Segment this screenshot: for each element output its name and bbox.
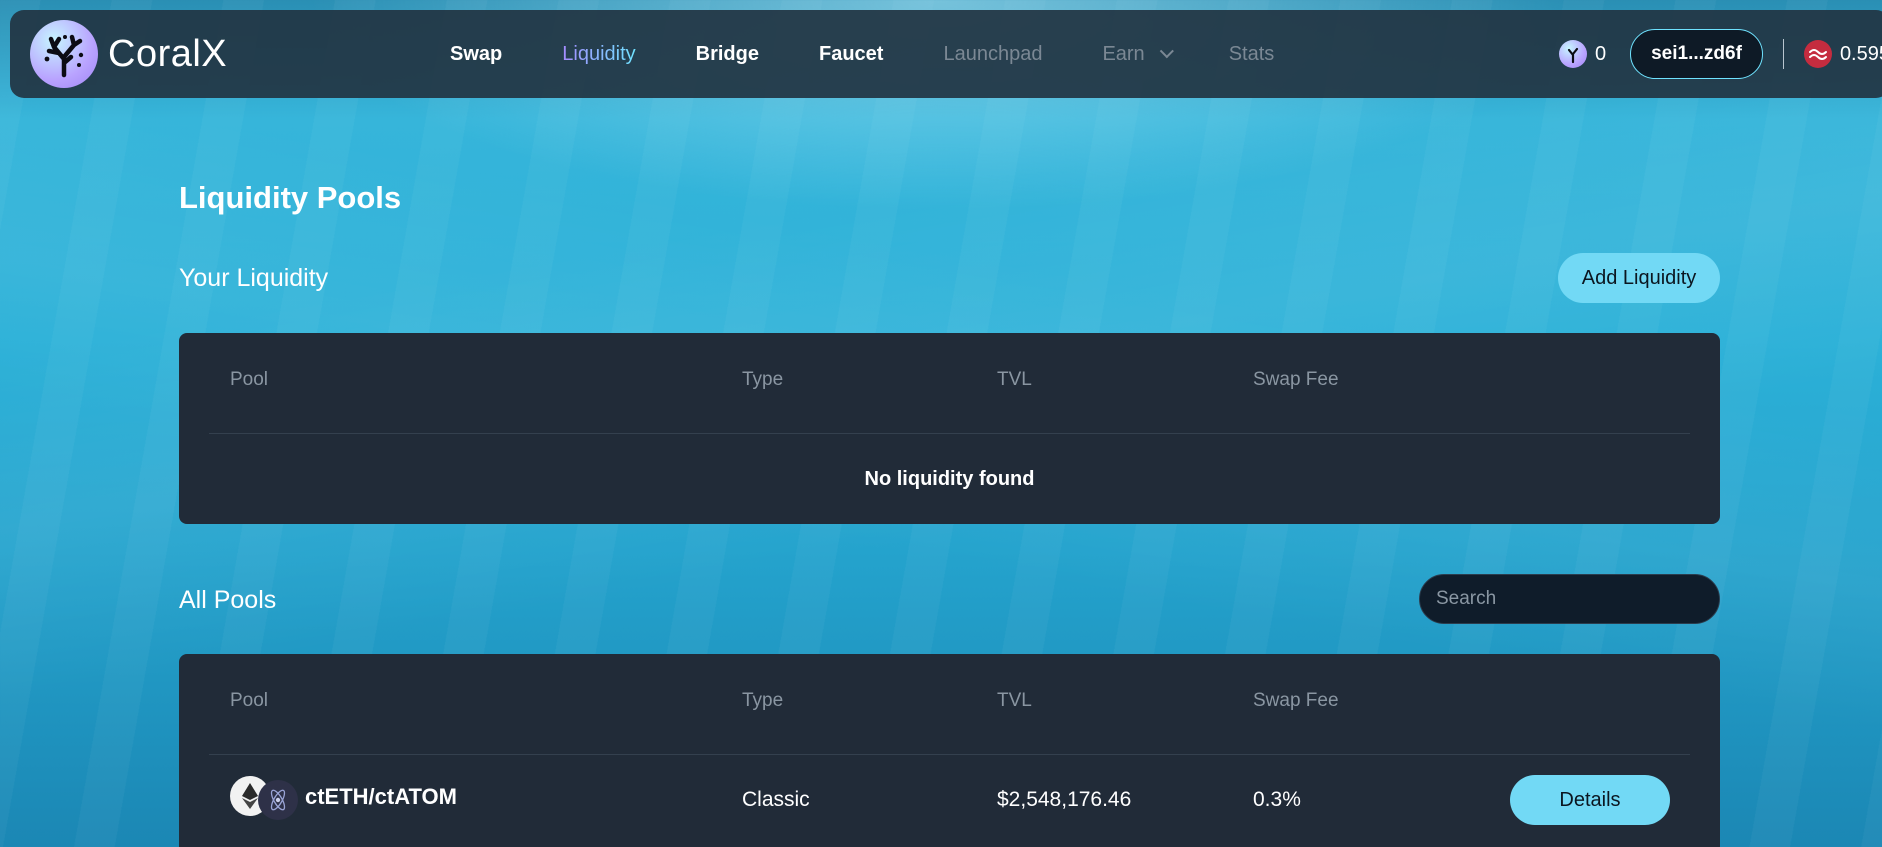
your-liquidity-title: Your Liquidity: [179, 264, 329, 292]
search-input[interactable]: [1419, 574, 1720, 624]
page-title: Liquidity Pools: [179, 180, 402, 215]
main-nav: Swap Liquidity Bridge Faucet Launchpad E…: [450, 10, 1334, 98]
column-header-pool: Pool: [230, 369, 269, 390]
all-pools-table: Pool Type TVL Swap Fee ctETH/ctATOM Clas…: [179, 654, 1720, 847]
column-header-swap-fee: Swap Fee: [1253, 369, 1339, 390]
nav-bridge[interactable]: Bridge: [696, 43, 759, 66]
table-divider: [209, 433, 1690, 434]
column-header-type: Type: [742, 369, 784, 390]
empty-state-message: No liquidity found: [864, 468, 1035, 490]
column-header-pool: Pool: [230, 690, 269, 711]
pool-name: ctETH/ctATOM: [305, 784, 457, 809]
brand-name: CoralX: [108, 32, 228, 75]
atom-icon: [258, 780, 298, 820]
nav-stats[interactable]: Stats: [1229, 43, 1275, 66]
your-liquidity-table: Pool Type TVL Swap Fee No liquidity foun…: [179, 333, 1720, 524]
coral-balance: 0: [1594, 42, 1607, 65]
column-header-tvl: TVL: [997, 690, 1032, 711]
nav-liquidity[interactable]: Liquidity: [562, 43, 635, 66]
table-divider: [209, 754, 1690, 755]
nav-faucet[interactable]: Faucet: [819, 43, 883, 66]
column-header-type: Type: [742, 690, 784, 711]
chevron-down-icon: [1159, 44, 1174, 59]
all-pools-title: All Pools: [179, 586, 277, 614]
nav-swap[interactable]: Swap: [450, 43, 502, 66]
pool-token-icons: [230, 776, 298, 820]
pool-tvl: $2,548,176.46: [997, 788, 1132, 811]
top-navbar: CoralX Swap Liquidity Bridge Faucet Laun…: [10, 10, 1882, 98]
coral-logo-icon: [30, 20, 98, 88]
nav-earn-dropdown[interactable]: Earn: [1102, 42, 1174, 66]
pool-type: Classic: [742, 788, 810, 811]
nav-right-group: 0 sei1...zd6f 0.595: [1558, 10, 1882, 98]
column-header-tvl: TVL: [997, 369, 1032, 390]
add-liquidity-button[interactable]: Add Liquidity: [1558, 253, 1720, 303]
pool-swap-fee: 0.3%: [1253, 788, 1301, 811]
sei-price: 0.595: [1839, 42, 1882, 65]
nav-launchpad[interactable]: Launchpad: [943, 43, 1042, 66]
nav-earn-label: Earn: [1102, 42, 1145, 65]
details-button[interactable]: Details: [1510, 775, 1670, 825]
coral-token-icon: [1558, 40, 1587, 68]
wallet-button[interactable]: sei1...zd6f: [1630, 29, 1763, 79]
column-header-swap-fee: Swap Fee: [1253, 690, 1339, 711]
brand-logo[interactable]: CoralX: [30, 20, 227, 88]
nav-divider: [1782, 39, 1784, 69]
sei-logo-icon: [1803, 40, 1832, 68]
